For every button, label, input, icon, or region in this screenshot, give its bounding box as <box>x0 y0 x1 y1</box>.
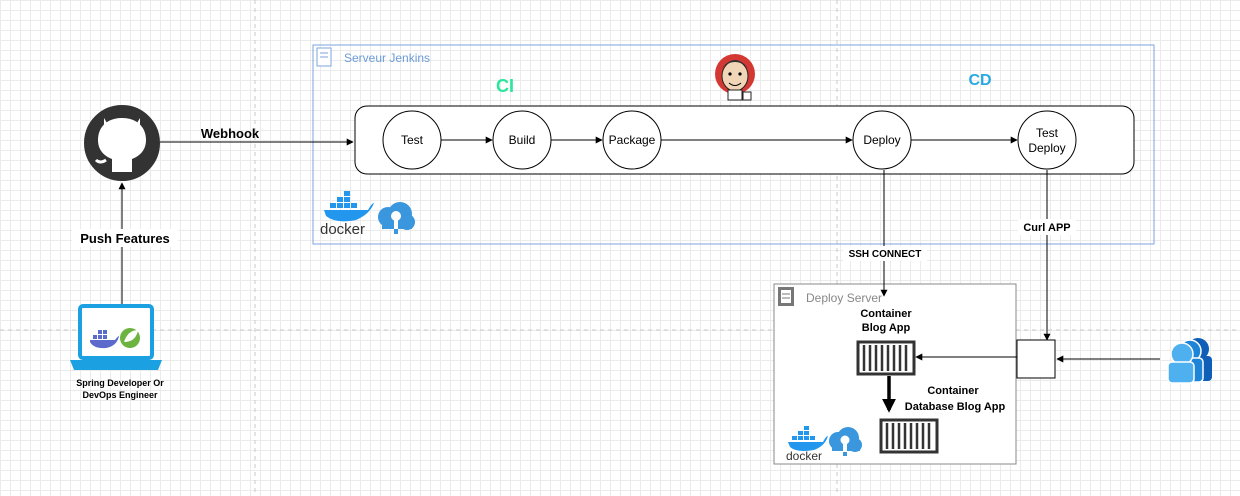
svg-text:Deploy: Deploy <box>1028 141 1065 155</box>
container-icon <box>879 418 939 454</box>
stage-build[interactable]: Build <box>492 110 552 170</box>
spring-icon <box>120 328 140 348</box>
curl-app-label: Curl APP <box>1023 222 1070 234</box>
github-icon <box>84 105 160 181</box>
ssh-connect-label: SSH CONNECT <box>849 249 922 260</box>
svg-text:Package: Package <box>609 133 656 147</box>
stage-package[interactable]: Package <box>602 110 662 170</box>
entry-box[interactable] <box>1016 339 1056 379</box>
developer-label-line2: DevOps Engineer <box>82 390 158 400</box>
container-icon <box>856 340 916 376</box>
svg-text:docker: docker <box>320 221 365 238</box>
server-icon <box>778 287 794 306</box>
deploy-server-label: Deploy Server <box>806 291 882 305</box>
container-blog-label-line1: Container <box>860 308 912 320</box>
users-icon <box>1167 338 1212 384</box>
jenkins-icon <box>715 54 755 101</box>
svg-text:Test: Test <box>1036 126 1059 140</box>
svg-text:Deploy: Deploy <box>863 133 900 147</box>
container-db-label-line2: Database Blog App <box>905 401 1006 413</box>
webhook-label: Webhook <box>201 126 260 141</box>
docker-icon: docker <box>320 191 374 238</box>
laptop-icon <box>70 304 162 370</box>
cd-label: CD <box>968 72 991 89</box>
server-icon <box>316 47 332 67</box>
ci-label: CI <box>496 76 514 96</box>
jenkins-server-label: Serveur Jenkins <box>344 51 430 65</box>
page-guides <box>0 0 1240 496</box>
azure-key-icon <box>378 202 415 234</box>
developer-label-line1: Spring Developer Or <box>76 378 164 388</box>
svg-text:Build: Build <box>509 133 536 147</box>
stage-deploy[interactable]: Deploy <box>852 110 912 170</box>
svg-text:docker: docker <box>786 449 822 463</box>
stage-test[interactable]: Test <box>382 110 442 170</box>
container-db-label-line1: Container <box>927 385 979 397</box>
container-blog-label-line2: Blog App <box>862 322 911 334</box>
push-features-label: Push Features <box>80 231 170 246</box>
stage-test-deploy[interactable]: Test Deploy <box>1017 110 1077 170</box>
svg-text:Test: Test <box>401 133 424 147</box>
